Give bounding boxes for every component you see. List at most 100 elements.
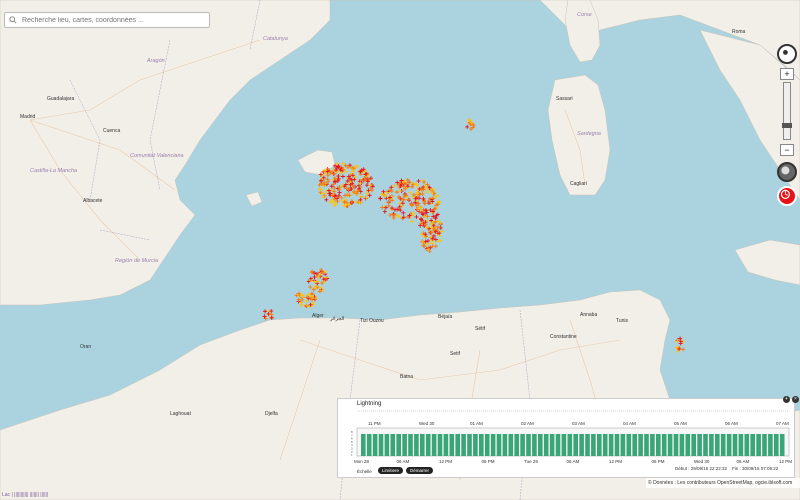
map-label: Sétif [475, 326, 486, 332]
timeline-bar [402, 434, 407, 456]
timeline-bar [644, 434, 649, 456]
timeline-bar [620, 434, 626, 456]
timeline-bar [779, 434, 785, 456]
timeline-bottom-tick-label: 06 AM [567, 459, 580, 464]
timeline-bar [408, 434, 413, 456]
timeline-bar [774, 434, 779, 456]
timeline-top-tick-label: 05 AM [674, 421, 687, 426]
timeline-bar [744, 434, 750, 456]
map-label: الجزائر [329, 316, 344, 322]
timeline-bar [384, 434, 390, 456]
timeline-y-axis: 87654321 [351, 430, 353, 457]
timeline-bar [614, 434, 620, 456]
timeline-bar [585, 434, 590, 456]
timeline-bottom-tick-label: Mon 28 [354, 459, 370, 464]
timeline-bar [414, 434, 419, 456]
search-icon [9, 16, 17, 24]
timeline-bar [732, 434, 738, 456]
timeline-top-tick-label: Wed 30 [419, 421, 435, 426]
lightning-timeline-panel: + × Lightning 11 PM Wed 30 01 AM 02 AM 03 AM… [337, 396, 799, 478]
map-label: Alger [312, 313, 324, 319]
timeline-bottom-tick-label: 06 PM [482, 459, 495, 464]
map-label: Catalunya [263, 36, 288, 42]
timeline-y-tick: 1 [351, 453, 353, 457]
timeline-bar [467, 434, 472, 456]
timeline-bar [455, 434, 460, 456]
compass-button[interactable] [777, 44, 797, 64]
timeline-bottom-tick-label: 12 PM [609, 459, 622, 464]
map-label: Cuenca [103, 128, 120, 134]
timeline-bar [443, 434, 449, 456]
timeline-bar [532, 434, 537, 456]
timeline-top-tick-label: 01 AM [470, 421, 483, 426]
timeline-bar [738, 434, 744, 456]
timeline-bar [473, 434, 478, 456]
timeline-bottom-tick-label: 12 PM [779, 459, 792, 464]
timeline-bar [602, 434, 608, 456]
timeline-top-tick-label: 02 AM [521, 421, 534, 426]
map-label: Castilla-La Mancha [30, 168, 77, 174]
timeline-bar [479, 434, 484, 456]
map-label: Laghouat [170, 411, 191, 417]
timeline-bar [449, 434, 455, 456]
search-input[interactable] [20, 15, 204, 25]
timeline-bar [549, 434, 555, 456]
timeline-bar [697, 434, 702, 456]
footer-link[interactable]: Lac | ||||||||||| ||||||| |||||| [2, 492, 48, 498]
compass-icon [783, 50, 788, 55]
map-label: Constantine [550, 334, 577, 340]
end-time-label: Fin : 30/09/15 07:09:22 [732, 466, 779, 471]
layers-button[interactable] [777, 162, 797, 182]
timeline-bar [750, 434, 755, 456]
zoom-out-button[interactable]: − [780, 144, 794, 156]
timeline-bar [667, 434, 673, 456]
limit-button[interactable]: Limitiere [378, 467, 404, 474]
zoom-slider[interactable] [782, 82, 792, 140]
map-label: Aragón [146, 58, 165, 64]
start-button[interactable]: Démarrer [406, 467, 434, 474]
map-label: Tunis [616, 318, 629, 324]
timeline-top-tick-label: 06 AM [725, 421, 738, 426]
timeline-bar [691, 434, 696, 456]
timeline-bottom-tick-label: 06 AM [737, 459, 750, 464]
map-label: Comunitat Valenciana [130, 153, 184, 159]
timeline-bar [626, 434, 632, 456]
timeline-bar [461, 434, 466, 456]
timeline-bar [762, 434, 767, 456]
map-label: Madrid [20, 114, 36, 120]
timeline-bar [567, 434, 573, 456]
timeline-bar [361, 434, 366, 456]
timeline-bar [431, 434, 437, 456]
timeline-bottom-tick-label: Wed 30 [694, 459, 710, 464]
timeline-bar [715, 434, 720, 456]
timeline-bar [420, 434, 425, 456]
timeline-bar [490, 434, 496, 456]
timeline-bottom-tick-label: 12 PM [439, 459, 452, 464]
timeline-bar [632, 434, 637, 456]
zoom-slider-thumb[interactable] [782, 123, 792, 128]
map-label: Oran [80, 344, 91, 350]
map-label: Roma [732, 29, 746, 35]
timeline-bar [561, 434, 567, 456]
map-label: Guadalajara [47, 96, 74, 102]
timeline-bottom-ticks: Mon 28 06 AM 12 PM 06 PM Tue 29 06 AM 12 PM 06 … [354, 459, 792, 464]
timeline-bar [390, 434, 396, 456]
lightning-layer-button[interactable] [777, 186, 797, 206]
timeline-bar [650, 434, 655, 456]
timeline-bar [396, 434, 401, 456]
timeline-bar [378, 434, 384, 456]
timeline-bar [555, 434, 561, 456]
timeline-bar [726, 434, 732, 456]
timeline-bar [543, 434, 549, 456]
search-box[interactable] [4, 12, 210, 28]
map-attribution: © Données : Les contributeurs OpenStreet… [646, 478, 800, 488]
timeline-bar [573, 434, 578, 456]
timeline-bar [679, 434, 685, 456]
timeline-bar [366, 434, 372, 456]
timeline-bar [673, 434, 679, 456]
timeline-bar [520, 434, 525, 456]
timeline-top-tick-label: 04 AM [623, 421, 636, 426]
timeline-bar [425, 434, 431, 456]
zoom-in-button[interactable]: + [780, 68, 794, 80]
timeline-bar [502, 434, 508, 456]
